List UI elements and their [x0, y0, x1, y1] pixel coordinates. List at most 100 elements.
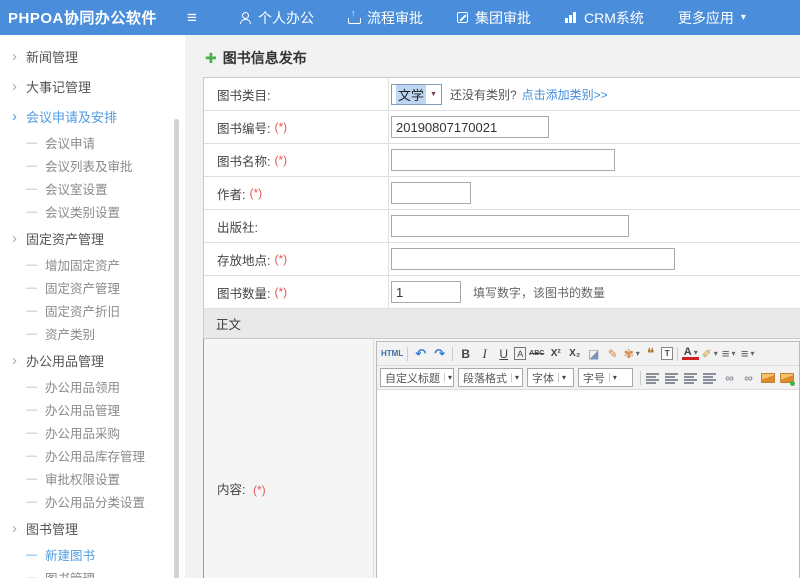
nav-item-group-approval[interactable]: 集团审批: [440, 8, 548, 28]
sidebar-item-add-fixed-asset[interactable]: 增加固定资产: [0, 253, 185, 276]
strikethrough-icon[interactable]: ABC: [528, 344, 545, 363]
required-marker: (*): [274, 252, 287, 266]
book-number-input[interactable]: [391, 116, 549, 138]
sidebar-scrollbar[interactable]: [174, 119, 179, 578]
upload-image-icon[interactable]: [778, 368, 795, 387]
remove-format-eraser-icon[interactable]: ◪: [585, 344, 602, 363]
form-row-publisher: 出版社:: [204, 210, 800, 243]
main-content: ✚ 图书信息发布 图书类目: 文学 还没有类别? 点击添加类别>> 图书编号: …: [185, 35, 800, 578]
required-marker: (*): [274, 285, 287, 299]
nav-item-crm-system[interactable]: CRM系统: [548, 8, 661, 28]
green-plus-icon: ✚: [205, 50, 217, 67]
link-icon[interactable]: ∞: [721, 368, 738, 387]
underline-icon[interactable]: U: [495, 344, 512, 363]
add-category-link[interactable]: 点击添加类别>>: [522, 86, 608, 103]
publisher-input[interactable]: [391, 215, 629, 237]
quantity-hint: 填写数字，该图书的数量: [473, 284, 605, 301]
field-label: 图书名称:: [217, 151, 270, 170]
paragraph-format-select[interactable]: 段落格式: [458, 368, 523, 387]
nav-item-label: 流程审批: [367, 8, 423, 28]
bold-icon[interactable]: B: [457, 344, 474, 363]
sidebar-item-supplies-purchase[interactable]: 办公用品采购: [0, 421, 185, 444]
unordered-list-icon[interactable]: ≡: [739, 344, 756, 363]
subscript-icon[interactable]: X₂: [566, 344, 583, 363]
format-brush-icon[interactable]: ✎: [604, 344, 621, 363]
sidebar-item-asset-category[interactable]: 资产类别: [0, 322, 185, 345]
no-category-question: 还没有类别?: [450, 86, 517, 103]
book-category-select[interactable]: 文学: [391, 84, 442, 105]
blockquote-icon[interactable]: ❝: [642, 344, 659, 363]
custom-heading-select[interactable]: 自定义标题: [380, 368, 454, 387]
sidebar-item-meeting-list-approval[interactable]: 会议列表及审批: [0, 154, 185, 177]
author-input[interactable]: [391, 182, 471, 204]
field-label: 图书编号:: [217, 118, 270, 137]
book-form: 图书类目: 文学 还没有类别? 点击添加类别>> 图书编号: (*) 图书名称:…: [203, 77, 800, 578]
paste-plain-text-icon[interactable]: T: [661, 347, 673, 360]
book-quantity-input[interactable]: [391, 281, 461, 303]
unlink-icon[interactable]: ∞: [740, 368, 757, 387]
sidebar-item-supplies-inventory[interactable]: 办公用品库存管理: [0, 444, 185, 467]
redo-icon[interactable]: ↷: [431, 344, 448, 363]
editor-toolbar-row1: HTML ↶ ↷ B I U A ABC X² X₂ ◪ ✎: [377, 342, 799, 366]
sidebar-item-meeting-room-settings[interactable]: 会议室设置: [0, 177, 185, 200]
font-family-select[interactable]: 字体: [527, 368, 574, 387]
bar-chart-icon: [565, 12, 577, 23]
italic-icon[interactable]: I: [476, 344, 493, 363]
nav-item-label: 个人办公: [258, 8, 314, 28]
field-label: 图书类目:: [217, 85, 270, 104]
char-border-icon[interactable]: A: [514, 347, 526, 360]
topbar: PHPOA协同办公软件 ≡ 个人办公 流程审批 集团审批 CRM系统 更多应用 …: [0, 0, 800, 35]
sidebar: 新闻管理 大事记管理 会议申请及安排 会议申请 会议列表及审批 会议室设置 会议…: [0, 35, 185, 578]
nav-item-flow-approval[interactable]: 流程审批: [331, 8, 440, 28]
align-left-icon[interactable]: [645, 368, 662, 387]
sidebar-item-meeting-apply[interactable]: 会议申请: [0, 131, 185, 154]
caret-down-icon: ▾: [741, 12, 746, 23]
sidebar-item-supplies-classification[interactable]: 办公用品分类设置: [0, 490, 185, 513]
storage-location-input[interactable]: [391, 248, 675, 270]
sidebar-item-approval-permission-settings[interactable]: 审批权限设置: [0, 467, 185, 490]
required-marker: (*): [274, 120, 287, 134]
editor-content-area[interactable]: [377, 390, 799, 578]
sidebar-item-supplies-manage[interactable]: 办公用品管理: [0, 398, 185, 421]
ordered-list-icon[interactable]: ≡: [720, 344, 737, 363]
sidebar-item-new-book[interactable]: 新建图书: [0, 543, 185, 566]
sidebar-item-fixed-asset-depreciation[interactable]: 固定资产折旧: [0, 299, 185, 322]
sidebar-item-meeting-category-settings[interactable]: 会议类别设置: [0, 200, 185, 223]
font-size-select[interactable]: 字号: [578, 368, 633, 387]
nav-item-personal-office[interactable]: 个人办公: [222, 8, 331, 28]
nav-item-more-apps[interactable]: 更多应用 ▾: [661, 8, 763, 28]
sidebar-item-fixed-asset-mgmt[interactable]: 固定资产管理: [0, 223, 185, 253]
sidebar-item-supplies-requisition[interactable]: 办公用品领用: [0, 375, 185, 398]
sidebar-item-fixed-asset-manage[interactable]: 固定资产管理: [0, 276, 185, 299]
align-justify-icon[interactable]: [702, 368, 719, 387]
book-name-input[interactable]: [391, 149, 615, 171]
required-marker: (*): [274, 153, 287, 167]
superscript-icon[interactable]: X²: [547, 344, 564, 363]
align-right-icon[interactable]: [683, 368, 700, 387]
sidebar-item-book-manage[interactable]: 图书管理: [0, 566, 185, 578]
sidebar-item-news-mgmt[interactable]: 新闻管理: [0, 41, 185, 71]
field-label: 出版社:: [217, 217, 258, 236]
hamburger-menu-icon[interactable]: ≡: [172, 8, 212, 28]
form-row-quantity: 图书数量: (*) 填写数字，该图书的数量: [204, 276, 800, 309]
flow-approval-icon: [348, 11, 360, 24]
align-center-icon[interactable]: [664, 368, 681, 387]
sidebar-item-book-mgmt[interactable]: 图书管理: [0, 513, 185, 543]
field-label: 作者:: [217, 184, 245, 203]
sidebar-item-memorabilia-mgmt[interactable]: 大事记管理: [0, 71, 185, 101]
topbar-nav: 个人办公 流程审批 集团审批 CRM系统 更多应用 ▾: [222, 8, 763, 28]
sidebar-item-office-supplies-mgmt[interactable]: 办公用品管理: [0, 345, 185, 375]
form-row-author: 作者: (*): [204, 177, 800, 210]
undo-icon[interactable]: ↶: [412, 344, 429, 363]
field-label: 图书数量:: [217, 283, 270, 302]
rich-text-editor: HTML ↶ ↷ B I U A ABC X² X₂ ◪ ✎: [376, 341, 800, 578]
form-row-book-number: 图书编号: (*): [204, 111, 800, 144]
insert-image-icon[interactable]: [759, 368, 776, 387]
html-source-button[interactable]: HTML: [381, 344, 403, 363]
font-color-icon[interactable]: A: [682, 347, 699, 360]
app-logo: PHPOA协同办公软件: [0, 7, 172, 28]
nav-item-label: 更多应用: [678, 8, 734, 28]
color-palette-icon[interactable]: ✾: [623, 344, 640, 363]
sidebar-item-meeting-request[interactable]: 会议申请及安排: [0, 101, 185, 131]
highlight-color-icon[interactable]: ✐: [701, 344, 718, 363]
